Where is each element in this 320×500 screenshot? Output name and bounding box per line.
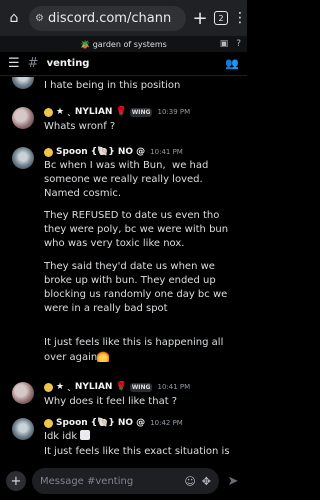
status-emoji-icon (44, 147, 53, 157)
message-paragraph-text: It just feels like this is happening all… (44, 337, 227, 363)
timestamp: 10:39 PM (157, 108, 191, 116)
message-text: Why does it feel like that ? (44, 396, 178, 407)
message-list[interactable]: I hate being in this position ★ ˎ NYLIAN… (0, 77, 247, 460)
server-bar: 🪴 garden of systems ▣ ? (0, 36, 247, 52)
message-item[interactable]: ★ ˎ NYLIAN 🌹 WING 10:41 PM Why does it f… (0, 380, 247, 414)
message-item[interactable]: Spoon {🐚} NO @ 10:42 PM Idk idk It just … (0, 416, 247, 460)
timestamp: 10:41 PM (150, 148, 183, 156)
message-paragraph: Bc when I was with Bun, we had someone w… (44, 160, 212, 199)
message-text: Whats wronf ? (44, 121, 116, 132)
message-paragraph: They said they'd date us when we broke u… (44, 261, 231, 314)
message-item[interactable]: Spoon {🐚} NO @ 10:41 PM Bc when I was wi… (0, 143, 247, 373)
channel-name: venting (46, 58, 90, 69)
plus-icon[interactable]: + (191, 8, 209, 29)
add-attachment-button[interactable]: + (6, 471, 26, 491)
avatar[interactable] (12, 107, 34, 129)
message-paragraph: They REFUSED to date us even tho they we… (44, 210, 232, 249)
avatar[interactable] (12, 77, 34, 89)
rose-icon: 🌹 (115, 107, 127, 117)
message-input[interactable] (40, 475, 179, 487)
tab-switcher-button[interactable]: 2 (214, 11, 228, 25)
message-header: ★ ˎ NYLIAN 🌹 WING 10:41 PM (44, 382, 190, 392)
server-name[interactable]: 🪴 garden of systems (80, 40, 167, 49)
role-tag: WING (129, 382, 153, 392)
pronoun-tag: {🐚} NO @ (90, 147, 146, 157)
timestamp: 10:41 PM (157, 383, 191, 391)
message-header: Spoon {🐚} NO @ 10:42 PM (44, 418, 183, 428)
status-emoji-icon (44, 382, 53, 392)
reply-preview[interactable]: I hate being in this position (0, 77, 247, 95)
avatar[interactable] (12, 418, 34, 440)
message-paragraph: It just feels like this is happening all… (44, 336, 237, 365)
avatar[interactable] (12, 147, 34, 169)
home-icon[interactable]: ⌂ (4, 8, 24, 28)
fire-emoji-icon (97, 350, 110, 362)
tune-icon[interactable]: ⚙ (35, 13, 44, 24)
emoji-picker-icon[interactable]: ☺ (184, 475, 195, 488)
message-text: I hate being in this position (44, 80, 181, 91)
channel-hash-icon: # (27, 56, 39, 71)
message-line: It just feels like this exact situation … (44, 446, 230, 457)
url-text[interactable]: discord.com/chann (48, 11, 171, 26)
message-input-box[interactable]: ☺ ✥ (32, 468, 219, 494)
rose-icon: 🌹 (115, 382, 127, 392)
message-header: Spoon {🐚} NO @ 10:41 PM (44, 147, 183, 157)
channel-header: ☰ # venting 👥 (0, 52, 247, 76)
members-icon[interactable]: 👥 (225, 57, 239, 70)
message-header: ★ ˎ NYLIAN 🌹 WING 10:39 PM (44, 107, 190, 117)
username[interactable]: ★ ˎ NYLIAN (56, 382, 112, 392)
message-line: Idk idk (44, 431, 78, 442)
message-text: Idk idk (44, 430, 237, 444)
emoji-icon (80, 430, 91, 440)
send-icon[interactable]: ➤ (225, 474, 241, 489)
timestamp: 10:42 PM (150, 419, 183, 427)
address-bar[interactable]: ⚙ discord.com/chann (29, 5, 186, 31)
username[interactable]: Spoon (56, 147, 88, 157)
pronoun-tag: {🐚} NO @ (90, 418, 146, 428)
status-emoji-icon (44, 418, 53, 428)
role-tag: WING (129, 107, 153, 117)
username[interactable]: Spoon (56, 418, 88, 428)
message-item[interactable]: ★ ˎ NYLIAN 🌹 WING 10:39 PM Whats wronf ? (0, 101, 247, 141)
avatar[interactable] (12, 382, 34, 404)
hamburger-menu-icon[interactable]: ☰ (8, 56, 20, 71)
browser-toolbar: ⌂ ⚙ discord.com/chann + 2 ⋮ (0, 0, 247, 36)
status-emoji-icon (44, 107, 53, 117)
apps-icon[interactable]: ✥ (202, 475, 211, 488)
username[interactable]: ★ ˎ NYLIAN (56, 107, 112, 117)
message-composer: + ☺ ✥ ➤ (0, 462, 247, 500)
help-icon[interactable]: ? (236, 39, 241, 49)
more-vertical-icon[interactable]: ⋮ (233, 10, 247, 26)
inbox-icon[interactable]: ▣ (220, 39, 229, 49)
